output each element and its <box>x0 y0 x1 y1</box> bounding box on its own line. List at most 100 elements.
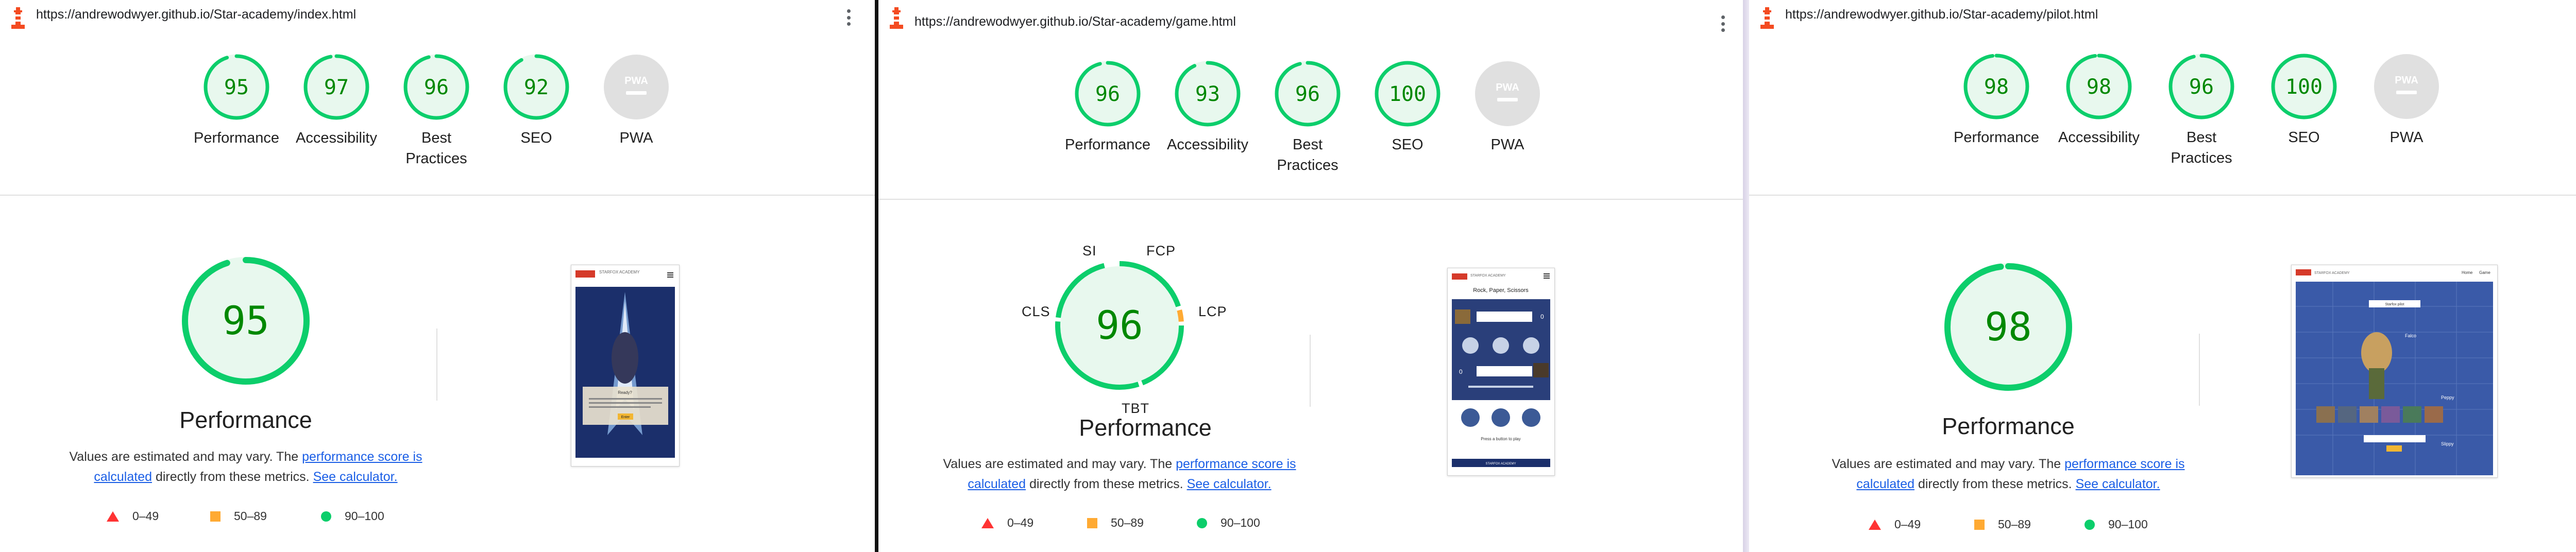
url-bar[interactable]: https://andrewodwyer.github.io/Star-acad… <box>0 0 875 34</box>
url-text: https://andrewodwyer.github.io/Star-acad… <box>36 7 357 22</box>
thumb-prompt: Press a button to play <box>1481 437 1520 441</box>
gauge-seo[interactable]: 100 SEO <box>2258 53 2350 148</box>
report-panel-pilot: https://andrewodwyer.github.io/Star-acad… <box>1749 0 2576 552</box>
gauge-label: Best Practices <box>1277 136 1338 174</box>
report-panel-index: https://andrewodwyer.github.io/Star-acad… <box>0 0 875 552</box>
performance-gauge-large: 98 <box>1944 263 2072 391</box>
page-screenshot-thumbnail: STARFOX ACADEMY Rock, Paper, Scissors 0 … <box>1447 268 1555 476</box>
lighthouse-icon <box>888 7 905 29</box>
legend-item-pass: 90–100 <box>1197 516 1260 530</box>
performance-note: Values are estimated and may vary. The p… <box>65 447 426 487</box>
thumb-brand: STARFOX ACADEMY <box>1470 274 1506 278</box>
more-menu-icon[interactable] <box>843 7 854 28</box>
square-icon <box>1974 519 1985 530</box>
lighthouse-icon <box>9 7 27 29</box>
gauge-label: PWA <box>619 130 653 146</box>
brand-logo-icon <box>2296 269 2311 275</box>
legend-label: 0–49 <box>1894 518 1921 531</box>
gauge-accessibility[interactable]: 98 Accessibility <box>2053 53 2145 148</box>
url-text: https://andrewodwyer.github.io/Star-acad… <box>914 14 1236 29</box>
thumb-score-1: 0 <box>1540 313 1544 320</box>
section-divider <box>0 195 875 196</box>
gauge-pwa[interactable]: PWA PWA <box>2360 53 2453 148</box>
pwa-badge-text: PWA <box>2395 75 2418 86</box>
gauge-label: PWA <box>1490 136 1524 153</box>
gauge-performance[interactable]: 98 Performance <box>1950 53 2043 148</box>
gauge-performance[interactable]: 95 Performance <box>190 54 283 148</box>
gauge-label: SEO <box>2288 129 2320 146</box>
pwa-badge-text: PWA <box>624 75 648 87</box>
square-icon <box>210 511 221 522</box>
gauge-value: 95 <box>224 76 249 99</box>
triangle-icon <box>1869 519 1881 530</box>
gauge-value: 96 <box>424 76 449 99</box>
legend-item-average: 50–89 <box>210 509 267 523</box>
gauge-value: 100 <box>2285 75 2323 99</box>
see-calculator-link[interactable]: See calculator. <box>1187 477 1272 491</box>
gauge-label: Best Practices <box>2171 129 2232 166</box>
vertical-divider <box>1310 335 1311 407</box>
gauge-value: 98 <box>1984 75 2009 99</box>
url-bar[interactable]: https://andrewodwyer.github.io/Star-acad… <box>1749 0 2576 34</box>
section-divider <box>878 199 1743 200</box>
gauge-label: PWA <box>2389 129 2424 146</box>
gauge-label: Best Practices <box>405 130 467 167</box>
gauge-label: SEO <box>1392 136 1423 153</box>
circle-icon <box>2084 519 2095 530</box>
legend-label: 50–89 <box>1998 518 2031 531</box>
note-text: directly from these metrics. <box>1914 477 2076 491</box>
gauge-pwa[interactable]: PWA PWA <box>1461 60 1554 155</box>
thumb-tag-1: Starfox pilot <box>2385 303 2404 306</box>
gauge-value: 96 <box>1095 82 1120 106</box>
gauge-label: Accessibility <box>296 130 377 146</box>
window-divider <box>875 0 878 552</box>
gauge-label: Accessibility <box>2058 129 2140 146</box>
legend-label: 50–89 <box>1111 516 1144 529</box>
gauge-label: Performance <box>1953 129 2039 146</box>
gauge-accessibility[interactable]: 93 Accessibility <box>1161 60 1254 155</box>
brand-logo-icon <box>1452 273 1467 280</box>
gauge-pwa[interactable]: PWA PWA <box>590 54 683 148</box>
gauge-value: 97 <box>324 76 349 99</box>
legend-item-pass: 90–100 <box>2084 518 2148 531</box>
gauge-performance[interactable]: 96 Performance <box>1061 60 1154 155</box>
window-divider <box>1743 0 1749 552</box>
gauge-value: 98 <box>2087 75 2111 99</box>
gauge-value: 96 <box>1096 302 1143 348</box>
see-calculator-link[interactable]: See calculator. <box>313 470 398 484</box>
legend-item-fail: 0–49 <box>107 509 159 523</box>
triangle-icon <box>107 511 119 522</box>
legend-label: 90–100 <box>1221 516 1260 529</box>
url-text: https://andrewodwyer.github.io/Star-acad… <box>1785 7 2098 22</box>
legend-item-fail: 0–49 <box>981 516 1033 530</box>
url-bar[interactable]: https://andrewodwyer.github.io/Star-acad… <box>878 0 1743 34</box>
gauge-accessibility[interactable]: 97 Accessibility <box>290 54 383 148</box>
note-text: Values are estimated and may vary. The <box>69 450 302 464</box>
performance-note: Values are estimated and may vary. The p… <box>939 454 1300 494</box>
report-panel-game: https://andrewodwyer.github.io/Star-acad… <box>878 0 1743 552</box>
gauge-label: Performance <box>193 130 279 146</box>
gauge-best-practices[interactable]: 96 Best Practices <box>2155 53 2248 168</box>
legend-label: 90–100 <box>2108 518 2148 531</box>
gauge-best-practices[interactable]: 96 Best Practices <box>390 54 483 169</box>
note-text: Values are estimated and may vary. The <box>943 457 1176 471</box>
note-text: directly from these metrics. <box>1026 477 1187 491</box>
more-menu-icon[interactable] <box>1718 13 1728 34</box>
gauge-best-practices[interactable]: 96 Best Practices <box>1261 60 1354 176</box>
gauge-seo[interactable]: 100 SEO <box>1361 60 1454 155</box>
gauge-value: 95 <box>222 298 269 343</box>
thumb-heading: Rock, Paper, Scissors <box>1473 287 1529 294</box>
thumbnail-pilot-svg: STARFOX ACADEMY Home Game Starfox pilot … <box>2296 269 2493 475</box>
see-calculator-link[interactable]: See calculator. <box>2076 477 2160 491</box>
score-legend: 0–49 50–89 90–100 <box>1749 518 2576 533</box>
legend-item-fail: 0–49 <box>1869 518 1921 531</box>
triangle-icon <box>981 518 994 528</box>
legend-label: 0–49 <box>1007 516 1034 529</box>
gauge-value: 100 <box>1389 82 1426 106</box>
pwa-badge-circle <box>2374 54 2439 119</box>
pwa-badge-circle <box>1475 61 1540 126</box>
performance-title: Performance <box>1079 415 1212 441</box>
thumb-button: Enter <box>621 416 630 419</box>
thumb-nav-game: Game <box>2479 270 2490 275</box>
gauge-seo[interactable]: 92 SEO <box>490 54 583 148</box>
